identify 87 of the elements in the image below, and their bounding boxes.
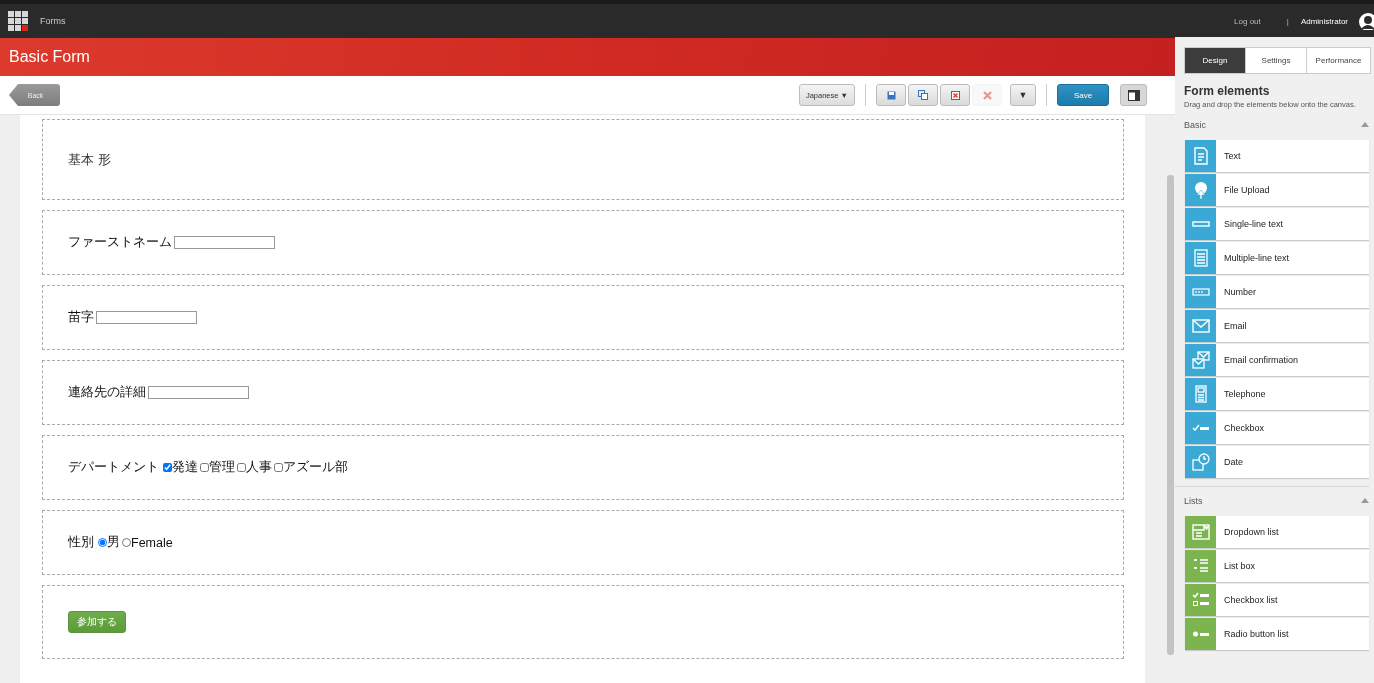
element-label: Email confirmation (1224, 354, 1299, 365)
email-confirm-icon (1190, 349, 1211, 370)
text-input[interactable] (96, 311, 197, 324)
element-label: Dropdown list (1224, 526, 1279, 537)
element-label: Single-line text (1224, 218, 1284, 229)
save-as-button[interactable] (908, 84, 938, 106)
element-label: Checkbox list (1224, 594, 1278, 605)
checkbox[interactable] (200, 463, 209, 472)
stacked-squares-icon (918, 90, 928, 100)
form-section[interactable]: 基本 形 (42, 119, 1124, 200)
save-button[interactable]: Save (1057, 84, 1109, 106)
close-icon (982, 90, 992, 100)
element-label: Text (1224, 150, 1241, 161)
panel-layout-icon (1127, 89, 1140, 101)
element-item[interactable]: Email (1185, 309, 1369, 342)
close-icon (950, 90, 960, 100)
group-title[interactable]: Lists (1184, 495, 1203, 506)
layout-toggle-button[interactable] (1120, 84, 1147, 106)
element-item[interactable]: Date (1185, 445, 1369, 478)
element-label: File Upload (1224, 184, 1270, 195)
page-title: Basic Form (9, 48, 90, 66)
option-label: 発達 (172, 459, 198, 476)
number-icon (1191, 287, 1210, 296)
user-name[interactable]: Administrator (1300, 16, 1348, 26)
element-label: Checkbox (1224, 422, 1265, 433)
field-label: ファーストネーム (68, 234, 172, 251)
collapse-chevron-icon[interactable] (1361, 122, 1369, 128)
save-icon-button[interactable] (876, 84, 906, 106)
radio-button[interactable] (122, 538, 131, 547)
element-label: Telephone (1224, 388, 1266, 399)
field-label: 苗字 (68, 309, 94, 326)
more-dropdown[interactable]: ▼ (1010, 84, 1036, 106)
text-input[interactable] (148, 386, 249, 399)
dropdown-icon (1190, 521, 1211, 542)
form-heading: 基本 形 (68, 150, 111, 169)
panel-title: Form elements (1184, 84, 1271, 98)
element-item[interactable]: File Upload (1185, 173, 1369, 206)
form-section[interactable]: 苗字 (42, 285, 1124, 350)
form-section[interactable]: デパートメント 発達 管理 人事 アズール部 (42, 435, 1124, 500)
separator: | (1286, 16, 1289, 26)
panel-tab[interactable]: Design (1185, 48, 1246, 73)
form-section[interactable]: 連絡先の詳細 (42, 360, 1124, 425)
element-label: Email (1224, 320, 1247, 331)
element-item[interactable]: Single-line text (1185, 207, 1369, 240)
radio-list-icon (1191, 630, 1210, 637)
field-label: 連絡先の詳細 (68, 384, 146, 401)
element-item[interactable]: Text (1185, 139, 1369, 172)
form-section[interactable]: 性別 男 Female (42, 510, 1124, 575)
element-label: Radio button list (1224, 628, 1289, 639)
collapse-chevron-icon[interactable] (1361, 498, 1369, 504)
element-item[interactable]: Number (1185, 275, 1369, 308)
logout-link[interactable]: Log out (1234, 16, 1261, 26)
element-item[interactable]: Multiple-line text (1185, 241, 1369, 274)
date-icon (1190, 451, 1211, 472)
element-item[interactable]: List box (1185, 549, 1369, 582)
delete-button[interactable] (940, 84, 970, 106)
checkbox[interactable] (163, 463, 172, 472)
radio-button[interactable] (98, 538, 107, 547)
panel-tab[interactable]: Settings (1246, 48, 1307, 73)
field-label: デパートメント (68, 459, 159, 476)
checkbox-icon (1191, 424, 1210, 432)
app-grid-icon[interactable] (8, 10, 29, 32)
element-item[interactable]: Checkbox (1185, 411, 1369, 444)
panel-tab[interactable]: Performance (1307, 48, 1370, 73)
option-label: 人事 (246, 459, 272, 476)
form-section[interactable]: ファーストネーム (42, 210, 1124, 275)
element-label: Number (1224, 286, 1256, 297)
option-label: アズール部 (283, 459, 348, 476)
element-label: Multiple-line text (1224, 252, 1290, 263)
element-item[interactable]: Checkbox list (1185, 583, 1369, 616)
avatar-icon[interactable] (1358, 12, 1374, 30)
element-item[interactable]: Telephone (1185, 377, 1369, 410)
app-name[interactable]: Forms (40, 16, 66, 26)
element-item[interactable]: Radio button list (1185, 617, 1369, 650)
element-label: List box (1224, 560, 1256, 571)
group-title[interactable]: Basic (1184, 119, 1206, 130)
text-input[interactable] (174, 236, 275, 249)
element-item[interactable]: Dropdown list (1185, 515, 1369, 548)
option-label: 管理 (209, 459, 235, 476)
field-label: 性別 (68, 534, 94, 551)
checkbox[interactable] (237, 463, 246, 472)
option-label: Female (131, 535, 173, 550)
checkbox[interactable] (274, 463, 283, 472)
element-item[interactable]: Email confirmation (1185, 343, 1369, 376)
option-label: 男 (107, 534, 120, 551)
element-label: Date (1224, 456, 1243, 467)
scrollbar-thumb[interactable] (1167, 175, 1174, 655)
